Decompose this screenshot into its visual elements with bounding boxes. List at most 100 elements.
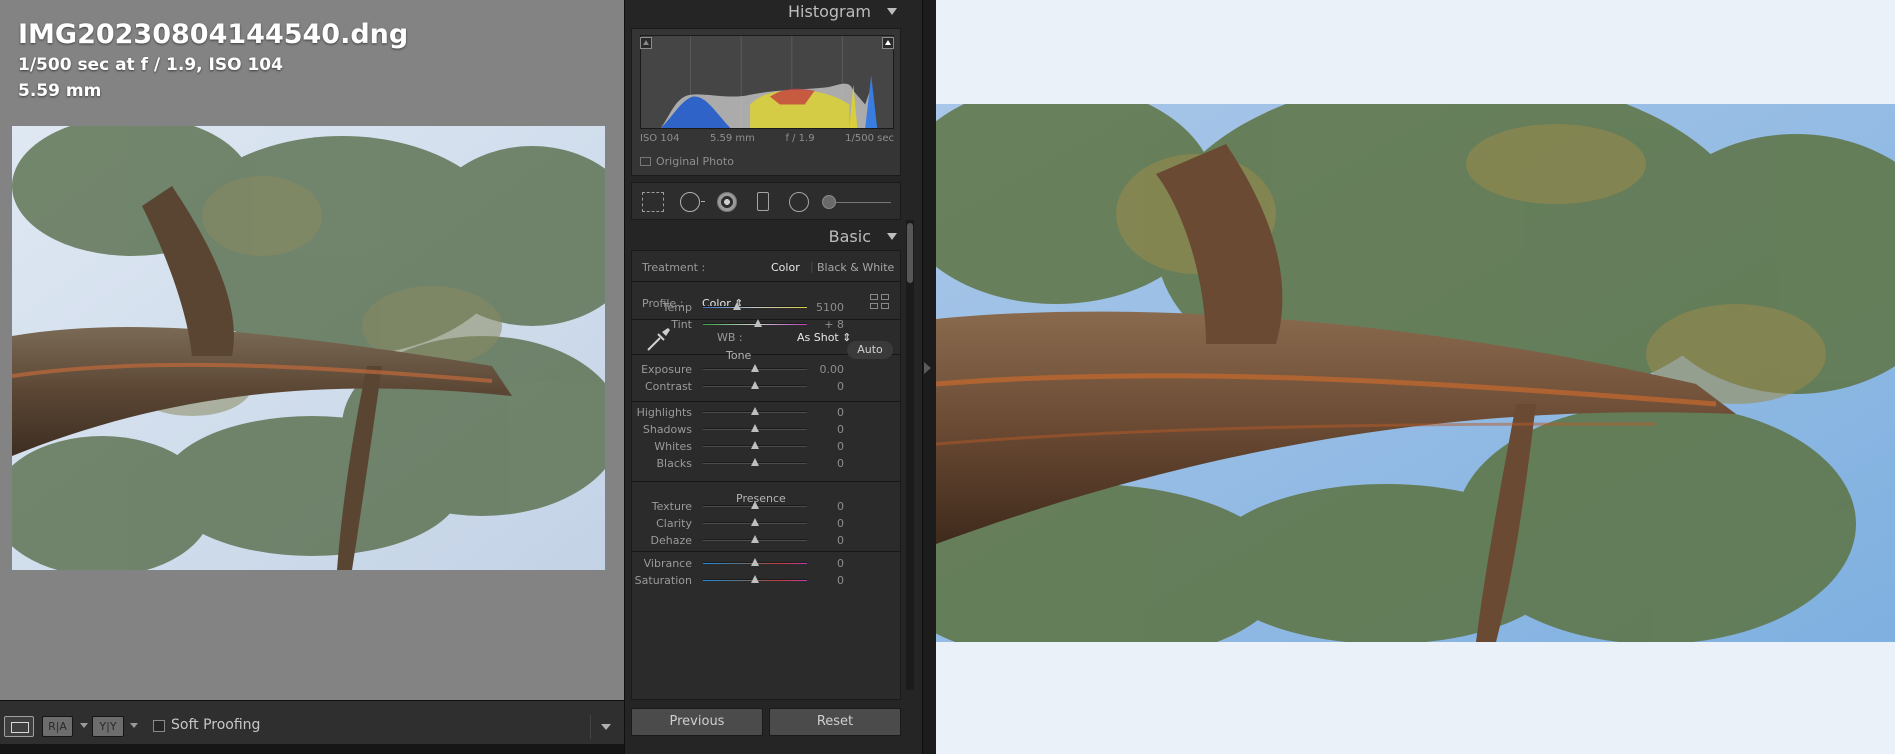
- chevron-down-icon[interactable]: [80, 723, 88, 728]
- slider-thumb[interactable]: [751, 458, 759, 466]
- right-panel: Histogram ISO 104 5.59 mm f / 1.9 1/500 …: [624, 0, 922, 754]
- slider-label: Texture: [651, 500, 692, 513]
- wb-dropdown[interactable]: As Shot ⇕: [797, 331, 851, 344]
- separator: [632, 481, 900, 482]
- brush-slider-track[interactable]: [827, 202, 891, 203]
- collapse-triangle-icon[interactable]: [887, 8, 897, 15]
- slider-label: Vibrance: [643, 557, 692, 570]
- slider-value[interactable]: 0: [804, 406, 844, 419]
- slider-label: Tint: [671, 318, 692, 331]
- wb-label: WB :: [717, 331, 743, 344]
- chevron-down-icon[interactable]: [130, 723, 138, 728]
- basic-title: Basic: [828, 227, 871, 246]
- slider-label: Blacks: [656, 457, 693, 470]
- photo-preview[interactable]: [12, 126, 605, 570]
- slider-thumb[interactable]: [751, 407, 759, 415]
- aperture-value: f / 1.9: [785, 133, 815, 144]
- histogram-panel: ISO 104 5.59 mm f / 1.9 1/500 sec Origin…: [631, 28, 901, 176]
- treatment-label: Treatment :: [642, 261, 706, 274]
- red-eye-icon[interactable]: [717, 192, 737, 212]
- slider-thumb[interactable]: [751, 381, 759, 389]
- slider-label: Exposure: [641, 363, 692, 376]
- slider-label: Saturation: [634, 574, 692, 587]
- slider-thumb[interactable]: [751, 364, 759, 372]
- histogram-header[interactable]: Histogram: [625, 2, 905, 24]
- before-after-yy-button[interactable]: Y|Y: [92, 716, 124, 737]
- reset-button[interactable]: Reset: [769, 708, 901, 736]
- slider-value[interactable]: + 8: [804, 318, 844, 331]
- slider-label: Dehaze: [650, 534, 693, 547]
- profile-value: Color: [702, 297, 731, 310]
- focal-length-info: 5.59 mm: [18, 81, 102, 101]
- slider-label: Shadows: [642, 423, 692, 436]
- soft-proofing-checkbox[interactable]: [153, 720, 165, 732]
- treatment-bw-option[interactable]: Black & White: [817, 261, 894, 274]
- slider-label: Contrast: [644, 380, 692, 393]
- slider-thumb[interactable]: [751, 575, 759, 583]
- previous-button[interactable]: Previous: [631, 708, 763, 736]
- slider-thumb[interactable]: [754, 319, 763, 327]
- shutter-value: 1/500 sec: [845, 133, 894, 144]
- slider-value[interactable]: 0: [804, 574, 844, 587]
- slider-label: Whites: [654, 440, 692, 453]
- iso-value: ISO 104: [640, 133, 680, 144]
- slider-value[interactable]: 0: [804, 557, 844, 570]
- slider-thumb[interactable]: [751, 518, 759, 526]
- profile-browser-icon[interactable]: [870, 294, 890, 310]
- tool-strip: [631, 182, 901, 220]
- basic-header[interactable]: Basic: [625, 227, 905, 249]
- toolbar-options-dropdown[interactable]: [590, 715, 618, 739]
- treatment-color-option[interactable]: Color: [771, 261, 800, 274]
- separator: [632, 281, 900, 282]
- histogram-title: Histogram: [788, 2, 871, 21]
- slider-value[interactable]: 0: [804, 423, 844, 436]
- histogram-plot[interactable]: [640, 35, 894, 129]
- auto-tone-button[interactable]: Auto: [847, 341, 893, 359]
- before-after-ra-button[interactable]: R|A: [42, 716, 73, 737]
- highlight-clipping-icon[interactable]: [882, 37, 894, 49]
- second-window-photo[interactable]: [936, 104, 1895, 642]
- slider-thumb[interactable]: [751, 441, 759, 449]
- slider-value[interactable]: 0: [804, 534, 844, 547]
- slider-thumb[interactable]: [751, 535, 759, 543]
- brush-tool-icon[interactable]: [822, 195, 836, 209]
- scroll-thumb[interactable]: [907, 223, 913, 283]
- slider-thumb[interactable]: [733, 302, 742, 310]
- slider-label: Clarity: [656, 517, 692, 530]
- original-photo-checkbox[interactable]: [640, 157, 651, 166]
- panel-divider[interactable]: [922, 0, 936, 754]
- panel-scrollbar[interactable]: [906, 220, 914, 690]
- focal-value: 5.59 mm: [709, 133, 755, 144]
- collapse-triangle-icon[interactable]: [887, 233, 897, 240]
- shadow-clipping-icon[interactable]: [640, 37, 652, 49]
- slider-thumb[interactable]: [751, 424, 759, 432]
- slider-thumb[interactable]: [751, 558, 759, 566]
- crop-tool-icon[interactable]: [642, 192, 664, 212]
- presence-label: Presence: [736, 492, 786, 505]
- spot-removal-icon[interactable]: [680, 192, 705, 212]
- slider-value[interactable]: 0.00: [804, 363, 845, 376]
- original-photo-toggle[interactable]: Original Photo: [640, 155, 734, 168]
- slider-value[interactable]: 0: [804, 440, 844, 453]
- slider-label: Highlights: [636, 406, 692, 419]
- slider-label: Temp: [662, 301, 692, 314]
- graduated-filter-icon[interactable]: [757, 192, 769, 211]
- tone-label: Tone: [726, 349, 752, 362]
- white-balance-dropper-icon[interactable]: [644, 326, 672, 354]
- info-overlay: IMG20230804144540.dng 1/500 sec at f / 1…: [18, 18, 408, 104]
- slider-value[interactable]: 5100: [804, 301, 844, 314]
- panel-collapse-arrow-icon[interactable]: [924, 362, 931, 374]
- radial-filter-icon[interactable]: [789, 192, 809, 212]
- slider-value[interactable]: 0: [804, 457, 844, 470]
- basic-panel: Treatment : Color | Black & White Profil…: [631, 250, 901, 700]
- separator: [632, 401, 900, 402]
- slider-value[interactable]: 0: [804, 517, 844, 530]
- slider-value[interactable]: 0: [804, 500, 844, 513]
- exposure-info: 1/500 sec at f / 1.9, ISO 104: [18, 55, 283, 75]
- panel-buttons: Previous Reset: [631, 708, 901, 736]
- slider-value[interactable]: 0: [804, 380, 844, 393]
- filmstrip-edge: [0, 744, 624, 754]
- original-photo-label: Original Photo: [656, 155, 734, 168]
- loupe-view-icon[interactable]: [4, 716, 34, 737]
- slider-track[interactable]: [703, 306, 807, 308]
